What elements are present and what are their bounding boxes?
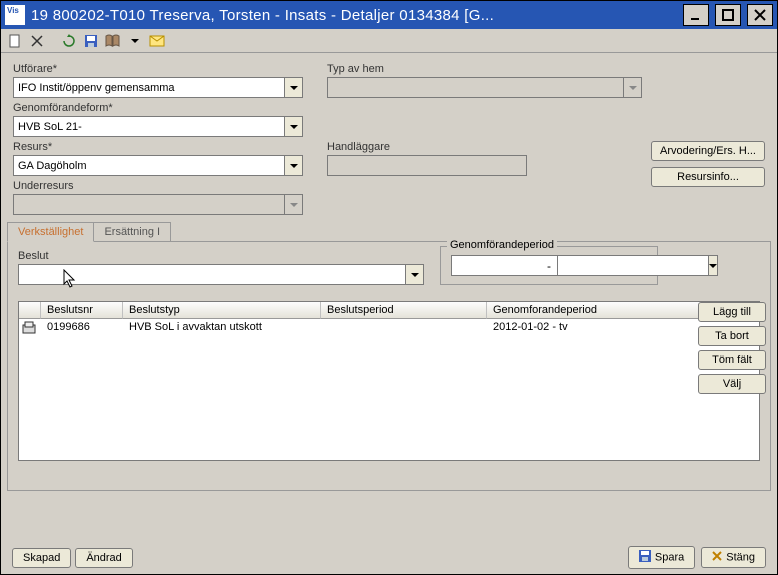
table-header: Beslutsnr Beslutstyp Beslutsperiod Genom…: [19, 302, 759, 319]
stang-button[interactable]: Stäng: [701, 547, 766, 568]
beslut-dropdown-button[interactable]: [406, 264, 424, 285]
cell-beslutsperiod: [321, 319, 487, 340]
skapad-button[interactable]: Skapad: [12, 548, 71, 568]
genomform-combo[interactable]: HVB SoL 21-: [13, 116, 303, 137]
handlaggare-value: [327, 155, 527, 176]
beslut-value: [18, 264, 406, 285]
save-icon: [639, 550, 651, 565]
th-beslutsnr[interactable]: Beslutsnr: [41, 302, 123, 319]
chevron-down-icon: [629, 86, 637, 90]
arvodering-button[interactable]: Arvodering/Ers. H...: [651, 141, 765, 161]
resurs-dropdown-button[interactable]: [285, 155, 303, 176]
utforare-label: Utförare*: [13, 63, 303, 75]
ta-bort-button[interactable]: Ta bort: [698, 326, 766, 346]
th-beslutsperiod[interactable]: Beslutsperiod: [321, 302, 487, 319]
mail-icon[interactable]: [149, 33, 165, 49]
tab-strip: Verkställighet Ersättning I: [1, 222, 777, 242]
typavhem-label: Typ av hem: [327, 63, 642, 75]
th-icon[interactable]: [19, 302, 41, 319]
tab-panel: Beslut Genomförandeperiod -: [7, 241, 771, 491]
chevron-down-icon: [290, 125, 298, 129]
beslut-label: Beslut: [18, 250, 424, 262]
handlaggare-label: Handläggare: [327, 141, 527, 153]
dash-separator: -: [547, 259, 551, 273]
genom-to-combo[interactable]: [557, 255, 647, 276]
genomform-dropdown-button[interactable]: [285, 116, 303, 137]
bottom-bar: Skapad Ändrad Spara Stäng: [12, 546, 766, 569]
resursinfo-button[interactable]: Resursinfo...: [651, 167, 765, 187]
underresurs-value: [13, 194, 285, 215]
title-bar: 19 800202-T010 Treserva, Torsten - Insat…: [1, 1, 777, 29]
chevron-down-icon: [411, 273, 419, 277]
close-x-icon: [712, 551, 722, 564]
utforare-dropdown-button[interactable]: [285, 77, 303, 98]
resurs-combo[interactable]: GA Dagöholm: [13, 155, 303, 176]
close-button[interactable]: [747, 4, 773, 26]
resurs-value: GA Dagöholm: [13, 155, 285, 176]
andrad-button[interactable]: Ändrad: [75, 548, 132, 568]
spara-label: Spara: [655, 551, 684, 563]
genom-to-input[interactable]: [557, 255, 709, 276]
genomform-label: Genomförandeform*: [13, 102, 303, 114]
toolbar: [1, 29, 777, 53]
genom-from-combo[interactable]: [451, 255, 541, 276]
chevron-down-icon: [290, 86, 298, 90]
utforare-value: IFO Instit/öppenv gemensamma: [13, 77, 285, 98]
chevron-down-icon: [709, 264, 717, 268]
th-beslutstyp[interactable]: Beslutstyp: [123, 302, 321, 319]
new-icon[interactable]: [7, 33, 23, 49]
tab-ersattning[interactable]: Ersättning I: [93, 222, 171, 242]
minimize-button[interactable]: [683, 4, 709, 26]
underresurs-combo: [13, 194, 303, 215]
spara-button[interactable]: Spara: [628, 546, 695, 569]
row-icon: [19, 319, 41, 340]
underresurs-dropdown-button: [285, 194, 303, 215]
book-icon[interactable]: [105, 33, 121, 49]
chevron-down-icon: [290, 164, 298, 168]
window-title: 19 800202-T010 Treserva, Torsten - Insat…: [31, 7, 683, 24]
app-icon: [5, 5, 25, 25]
refresh-icon[interactable]: [61, 33, 77, 49]
typavhem-combo: [327, 77, 642, 98]
cell-beslutstyp: HVB SoL i avvaktan utskott: [123, 319, 321, 340]
chevron-down-icon: [290, 203, 298, 207]
genom-legend: Genomförandeperiod: [447, 239, 557, 251]
beslut-table: Beslutsnr Beslutstyp Beslutsperiod Genom…: [18, 301, 760, 461]
typavhem-value: [327, 77, 624, 98]
underresurs-label: Underresurs: [13, 180, 303, 192]
genomforandeperiod-group: Genomförandeperiod -: [440, 246, 658, 285]
cell-beslutsnr: 0199686: [41, 319, 123, 340]
dropdown-icon[interactable]: [127, 33, 143, 49]
save-icon[interactable]: [83, 33, 99, 49]
table-row[interactable]: 0199686 HVB SoL i avvaktan utskott 2012-…: [19, 319, 759, 340]
genomform-value: HVB SoL 21-: [13, 116, 285, 137]
lagg-till-button[interactable]: Lägg till: [698, 302, 766, 322]
typavhem-dropdown-button: [624, 77, 642, 98]
beslut-combo[interactable]: [18, 264, 424, 285]
delete-icon[interactable]: [29, 33, 45, 49]
handlaggare-field: [327, 155, 527, 176]
utforare-combo[interactable]: IFO Instit/öppenv gemensamma: [13, 77, 303, 98]
tom-falt-button[interactable]: Töm fält: [698, 350, 766, 370]
tab-verkstallighet[interactable]: Verkställighet: [7, 222, 94, 242]
stang-label: Stäng: [726, 551, 755, 563]
resurs-label: Resurs*: [13, 141, 303, 153]
valj-button[interactable]: Välj: [698, 374, 766, 394]
maximize-button[interactable]: [715, 4, 741, 26]
form-area: Utförare* IFO Instit/öppenv gemensamma T…: [1, 53, 777, 221]
genom-to-dropdown[interactable]: [709, 255, 718, 276]
